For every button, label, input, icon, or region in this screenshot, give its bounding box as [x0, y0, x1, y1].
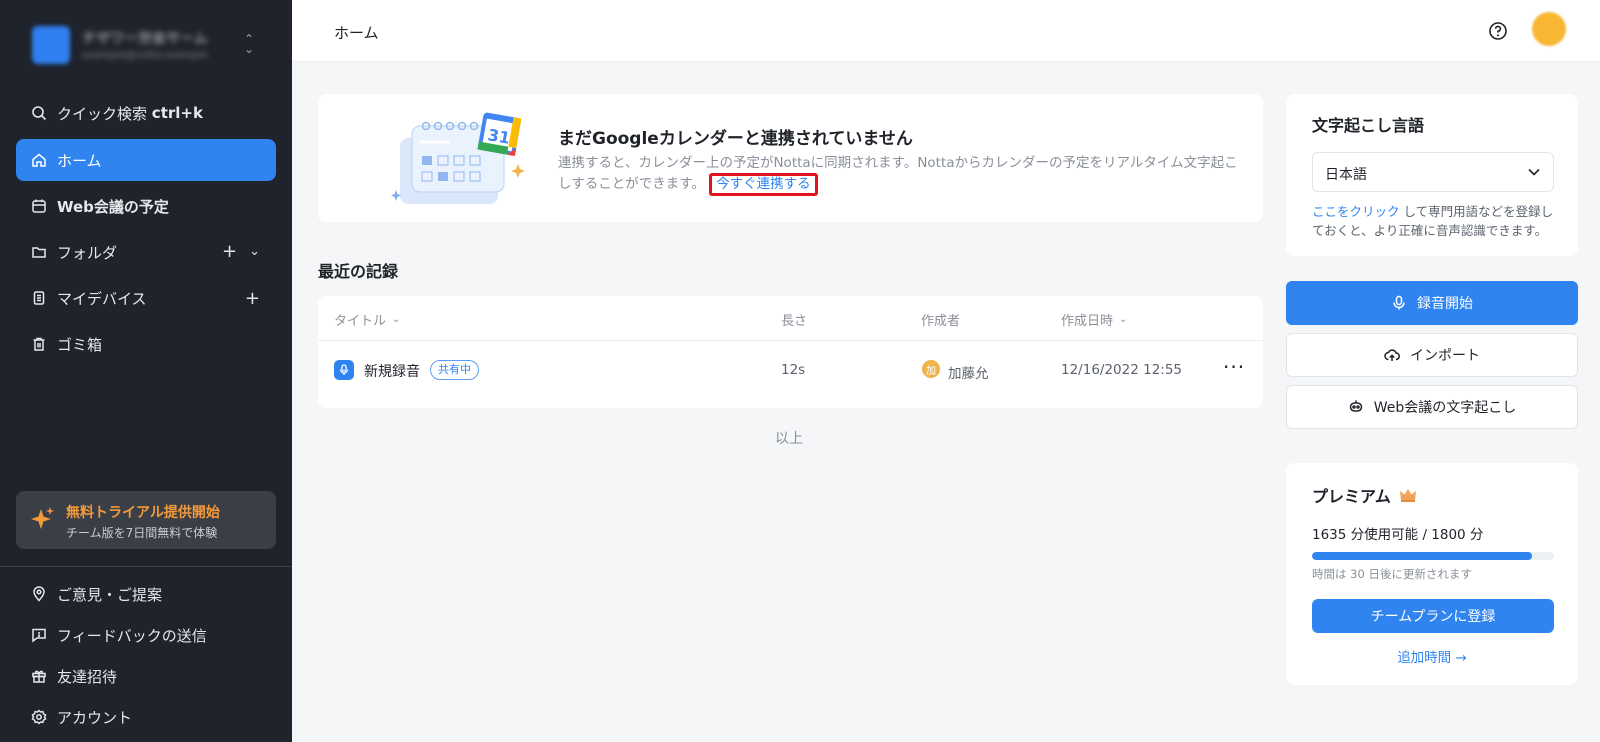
- connect-now-link[interactable]: 今すぐ連携する: [709, 173, 818, 196]
- language-note: ここをクリック して専門用語などを登録しておくと、より正確に音声認識できます。: [1312, 204, 1554, 238]
- workspace-name: チザワー労会サーム: [82, 31, 208, 47]
- workspace-logo: [32, 26, 70, 64]
- sidebar-item-folder[interactable]: フォルダ + ⌄: [16, 231, 276, 273]
- cloud-upload-icon: [1384, 349, 1400, 361]
- page-title: ホーム: [334, 24, 379, 42]
- import-button[interactable]: インポート: [1286, 333, 1578, 377]
- chevron-down-icon: ⌄: [1119, 314, 1128, 325]
- calendar-icon: [30, 197, 48, 215]
- premium-title: プレミアム: [1312, 483, 1417, 507]
- sidebar: チザワー労会サーム example@notta.example ⌃ ⌄ クイック検…: [0, 0, 292, 742]
- language-title: 文字起こし言語: [1312, 116, 1425, 135]
- language-select[interactable]: 日本語: [1312, 152, 1554, 192]
- avatar[interactable]: [1532, 12, 1566, 46]
- calendar-illustration: 31: [391, 112, 525, 204]
- table-row[interactable]: 新規録音 共有中 12s 加 加藤允 12/16/2022 12:55 ···: [318, 341, 1263, 408]
- column-title[interactable]: タイトル ⌄: [334, 310, 400, 329]
- sidebar-item-meetings[interactable]: Web会議の予定: [16, 185, 276, 227]
- column-length: 長さ: [781, 314, 808, 329]
- sidebar-item-trash[interactable]: ゴミ箱: [16, 323, 276, 365]
- sidebar-item-suggestions[interactable]: ご意見・ご提案: [16, 573, 276, 615]
- sidebar-item-home[interactable]: ホーム: [16, 139, 276, 181]
- trial-title: 無料トライアル提供開始: [66, 505, 220, 521]
- search-icon: [30, 104, 48, 122]
- sidebar-item-feedback[interactable]: フィードバックの送信: [16, 614, 276, 656]
- records-table: タイトル ⌄ 長さ 作成者 作成日時 ⌄ 新規録音 共有中 12s 加 加藤允 12…: [318, 296, 1263, 408]
- quick-search-label: クイック検索: [57, 104, 148, 123]
- svg-text:31: 31: [486, 125, 511, 148]
- sparkle-icon: [31, 507, 54, 529]
- quick-search-shortcut: ctrl+k: [151, 104, 203, 122]
- banner-description: 連携すると、カレンダー上の予定がNottaに同期されます。Nottaからカレンダ…: [558, 154, 1248, 196]
- device-icon: [30, 289, 48, 307]
- usage-text: 1635 分使用可能 / 1800 分: [1312, 527, 1484, 543]
- feedback-icon: [30, 626, 48, 644]
- recent-records-title: 最近の記録: [318, 262, 399, 281]
- record-length: 12s: [781, 362, 806, 378]
- sidebar-item-label: マイデバイス: [57, 289, 147, 308]
- sidebar-item-account[interactable]: アカウント: [16, 696, 276, 738]
- record-created: 12/16/2022 12:55: [1061, 362, 1183, 378]
- column-created[interactable]: 作成日時 ⌄: [1061, 310, 1127, 329]
- meeting-bot-icon: [1349, 400, 1362, 412]
- start-recording-button[interactable]: 録音開始: [1286, 281, 1578, 325]
- renew-text: 時間は 30 日後に更新されます: [1312, 567, 1472, 581]
- status-badge: 共有中: [430, 360, 479, 380]
- add-device-icon[interactable]: +: [245, 288, 260, 309]
- workspace-switcher[interactable]: チザワー労会サーム example@notta.example ⌃ ⌄: [32, 22, 268, 68]
- column-creator: 作成者: [921, 314, 961, 329]
- help-icon[interactable]: [1488, 21, 1508, 41]
- banner-title: まだGoogleカレンダーと連携されていません: [558, 129, 913, 149]
- language-value: 日本語: [1325, 167, 1367, 183]
- microphone-icon: [1393, 295, 1405, 310]
- location-icon: [30, 585, 48, 603]
- add-folder-icon[interactable]: +: [222, 241, 237, 263]
- banner-description-text: 連携すると、カレンダー上の予定がNottaに同期されます。Nottaからカレンダ…: [558, 155, 1238, 192]
- folder-icon: [30, 243, 48, 261]
- sidebar-item-devices[interactable]: マイデバイス +: [16, 277, 276, 319]
- sidebar-item-label: Web会議の予定: [57, 197, 169, 216]
- sidebar-item-label: アカウント: [57, 708, 133, 727]
- more-icon[interactable]: ···: [1223, 355, 1245, 379]
- trial-subtitle: チーム版を7日間無料で体験: [66, 526, 218, 540]
- chevron-down-icon[interactable]: ⌄: [249, 241, 260, 263]
- premium-card: プレミアム 1635 分使用可能 / 1800 分 時間は 30 日後に更新され…: [1286, 463, 1578, 685]
- list-end-text: 以上: [775, 431, 803, 447]
- sidebar-item-label: ゴミ箱: [57, 335, 103, 354]
- calendar-connect-banner: 31 まだGoogleカレンダーと連携されていません 連携すると、カレンダー上の…: [318, 94, 1263, 222]
- chevron-down-icon: ⌄: [392, 314, 401, 325]
- microphone-icon: [334, 360, 354, 380]
- usage-progress-bar: [1312, 552, 1554, 560]
- gear-icon: [30, 708, 48, 726]
- home-icon: [30, 151, 48, 169]
- transcription-language-card: 文字起こし言語 日本語 ここをクリック して専門用語などを登録しておくと、より正…: [1286, 94, 1578, 256]
- meeting-transcription-button[interactable]: Web会議の文字起こし: [1286, 385, 1578, 429]
- usage-progress-fill: [1312, 552, 1532, 560]
- sidebar-item-label: ご意見・ご提案: [57, 585, 163, 604]
- top-header: ホーム: [292, 0, 1600, 62]
- vocabulary-link[interactable]: ここをクリック: [1312, 204, 1400, 219]
- record-creator: 加藤允: [948, 366, 989, 382]
- sidebar-item-label: ホーム: [57, 151, 102, 170]
- sidebar-item-invite[interactable]: 友達招待: [16, 655, 276, 697]
- record-title[interactable]: 新規録音: [364, 361, 420, 381]
- add-time-link[interactable]: 追加時間 →: [1286, 646, 1578, 666]
- crown-icon: [1399, 489, 1416, 502]
- team-plan-button[interactable]: チームプランに登録: [1312, 599, 1554, 633]
- trial-banner[interactable]: 無料トライアル提供開始 チーム版を7日間無料で体験: [16, 491, 276, 549]
- chevron-down-icon: [1528, 168, 1540, 176]
- trash-icon: [30, 335, 48, 353]
- sidebar-item-label: フォルダ: [57, 243, 118, 262]
- workspace-email: example@notta.example: [82, 50, 208, 61]
- chevron-updown-icon: ⌃ ⌄: [244, 32, 255, 56]
- sidebar-item-label: フィードバックの送信: [57, 626, 207, 645]
- gift-icon: [30, 667, 48, 685]
- creator-avatar: 加: [922, 360, 940, 378]
- quick-search[interactable]: クイック検索 ctrl+k: [16, 92, 276, 134]
- sidebar-item-label: 友達招待: [57, 667, 118, 686]
- sidebar-divider: [0, 566, 292, 567]
